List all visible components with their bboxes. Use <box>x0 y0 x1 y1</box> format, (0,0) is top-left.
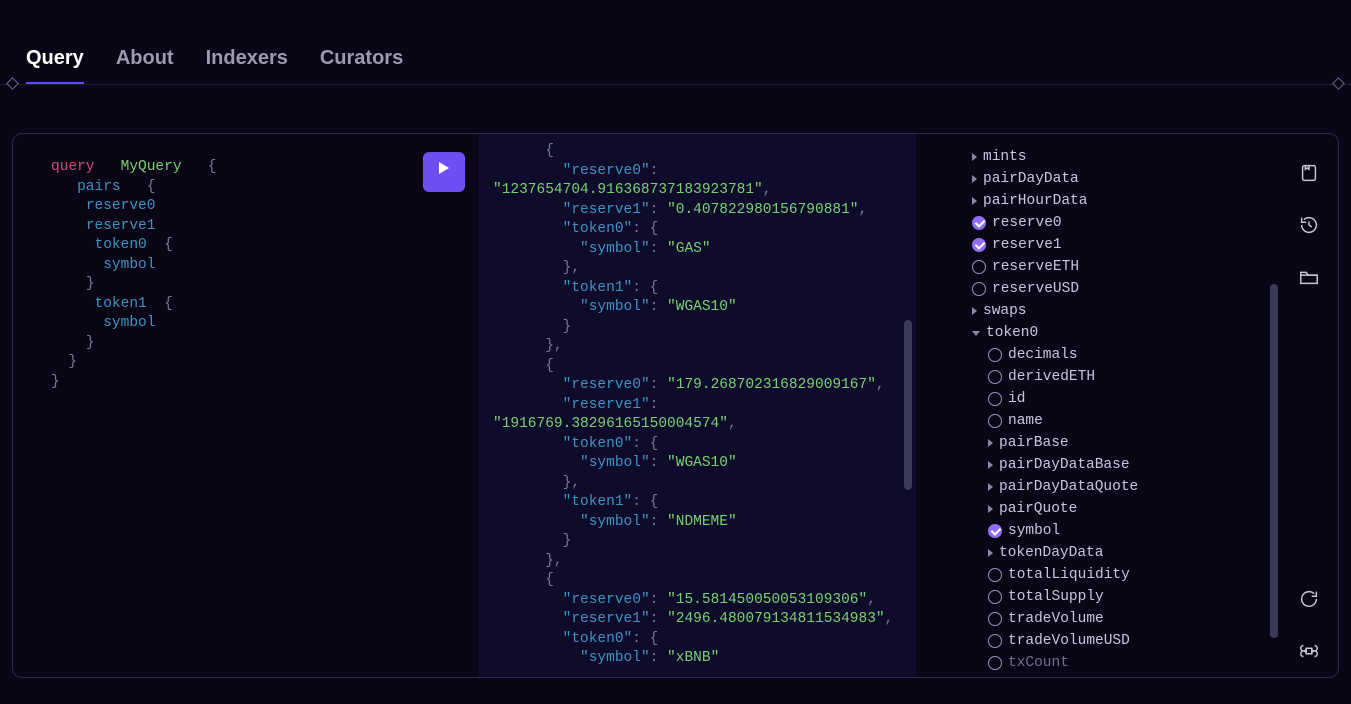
explorer-reserveeth[interactable]: reserveETH <box>972 256 1284 278</box>
caret-right-icon <box>988 483 993 491</box>
explorer-reserve0[interactable]: reserve0 <box>972 212 1284 234</box>
caret-right-icon <box>988 505 993 513</box>
caret-right-icon <box>972 197 977 205</box>
checkbox-off-icon[interactable] <box>988 348 1002 362</box>
checkbox-off-icon[interactable] <box>972 282 986 296</box>
explorer-symbol[interactable]: symbol <box>972 520 1284 542</box>
pair0-token1-symbol: WGAS10 <box>676 299 728 315</box>
folder-icon <box>1298 275 1320 292</box>
checkbox-off-icon[interactable] <box>988 414 1002 428</box>
checkbox-on-icon[interactable] <box>972 216 986 230</box>
query-result[interactable]: { "reserve0": "1237654704.91636873718392… <box>479 134 916 677</box>
pair2-reserve1: 2496.480079134811534983 <box>676 611 876 627</box>
tab-query[interactable]: Query <box>26 47 84 84</box>
checkbox-off-icon[interactable] <box>988 612 1002 626</box>
field-symbol-1: symbol <box>103 315 155 331</box>
explorer-txcount[interactable]: txCount <box>972 652 1284 674</box>
explorer-pairquote[interactable]: pairQuote <box>972 498 1284 520</box>
explorer-token0[interactable]: token0 <box>972 322 1284 344</box>
pair1-token1-symbol: NDMEME <box>676 514 728 530</box>
caret-right-icon <box>988 439 993 447</box>
pair1-token0-symbol: WGAS10 <box>676 455 728 471</box>
explorer-mints[interactable]: mints <box>972 146 1284 168</box>
field-reserve1: reserve1 <box>86 218 156 234</box>
checkbox-off-icon[interactable] <box>988 568 1002 582</box>
checkbox-off-icon[interactable] <box>988 634 1002 648</box>
pair2-reserve0: 15.581450050053109306 <box>676 592 859 608</box>
caret-right-icon <box>972 307 977 315</box>
pair2-token0-symbol: xBNB <box>676 650 711 666</box>
history-icon <box>1298 223 1320 240</box>
caret-right-icon <box>988 549 993 557</box>
field-symbol-0: symbol <box>103 257 155 273</box>
shortcuts-button[interactable] <box>1298 640 1320 662</box>
caret-right-icon <box>988 461 993 469</box>
tab-indexers[interactable]: Indexers <box>206 47 288 84</box>
explorer-pairdaydata[interactable]: pairDayData <box>972 168 1284 190</box>
checkbox-off-icon[interactable] <box>988 392 1002 406</box>
run-query-button[interactable] <box>423 152 465 192</box>
play-icon <box>436 160 452 184</box>
tab-curators[interactable]: Curators <box>320 47 403 84</box>
tab-about[interactable]: About <box>116 47 174 84</box>
explorer-tradevolume[interactable]: tradeVolume <box>972 608 1284 630</box>
explorer-scrollbar[interactable] <box>1270 284 1278 638</box>
refresh-icon <box>1298 597 1320 614</box>
explorer-pairdaydatabase[interactable]: pairDayDataBase <box>972 454 1284 476</box>
pair0-reserve1: 0.407822980156790881 <box>676 202 850 218</box>
pair0-token0-symbol: GAS <box>676 241 702 257</box>
keyword-query: query <box>51 159 95 175</box>
explorer-pairbase[interactable]: pairBase <box>972 432 1284 454</box>
explorer-tokendaydata[interactable]: tokenDayData <box>972 542 1284 564</box>
explorer-id[interactable]: id <box>972 388 1284 410</box>
field-token1: token1 <box>95 296 147 312</box>
explorer-pairdaydataquote[interactable]: pairDayDataQuote <box>972 476 1284 498</box>
explorer-pairhourdata[interactable]: pairHourData <box>972 190 1284 212</box>
checkbox-off-icon[interactable] <box>988 370 1002 384</box>
tab-bar: Query About Indexers Curators <box>0 0 1351 85</box>
checkbox-off-icon[interactable] <box>972 260 986 274</box>
explorer-swaps[interactable]: swaps <box>972 300 1284 322</box>
explorer-totalsupply[interactable]: totalSupply <box>972 586 1284 608</box>
explorer-derivedeth[interactable]: derivedETH <box>972 366 1284 388</box>
field-token0: token0 <box>95 237 147 253</box>
command-icon <box>1298 649 1320 666</box>
field-pairs: pairs <box>77 179 121 195</box>
explorer-reserve1[interactable]: reserve1 <box>972 234 1284 256</box>
saved-queries-button[interactable] <box>1298 162 1320 184</box>
caret-right-icon <box>972 153 977 161</box>
checkbox-on-icon[interactable] <box>972 238 986 252</box>
history-button[interactable] <box>1298 214 1320 236</box>
files-button[interactable] <box>1298 266 1320 288</box>
explorer-totalliquidity[interactable]: totalLiquidity <box>972 564 1284 586</box>
refresh-button[interactable] <box>1298 588 1320 610</box>
pair1-reserve1: 1916769.38296165150004574 <box>502 416 720 432</box>
explorer-reserveusd[interactable]: reserveUSD <box>972 278 1284 300</box>
bookmark-icon <box>1298 171 1320 188</box>
caret-down-icon <box>972 331 980 336</box>
pair0-reserve0: 1237654704.916368737183923781 <box>502 182 754 198</box>
query-panel: query MyQuery { pairs { reserve0 reserve… <box>12 133 1339 678</box>
checkbox-on-icon[interactable] <box>988 524 1002 538</box>
checkbox-off-icon[interactable] <box>988 656 1002 670</box>
operation-name: MyQuery <box>121 159 182 175</box>
explorer-decimals[interactable]: decimals <box>972 344 1284 366</box>
result-scrollbar[interactable] <box>904 320 912 490</box>
schema-explorer[interactable]: mints pairDayData pairHourData reserve0 … <box>916 134 1338 677</box>
explorer-name[interactable]: name <box>972 410 1284 432</box>
pair1-reserve0: 179.268702316829009167 <box>676 377 867 393</box>
field-reserve0: reserve0 <box>86 198 156 214</box>
caret-right-icon <box>972 175 977 183</box>
side-toolbar <box>1298 162 1320 662</box>
query-editor[interactable]: query MyQuery { pairs { reserve0 reserve… <box>13 134 479 677</box>
checkbox-off-icon[interactable] <box>988 590 1002 604</box>
explorer-tradevolumeusd[interactable]: tradeVolumeUSD <box>972 630 1284 652</box>
